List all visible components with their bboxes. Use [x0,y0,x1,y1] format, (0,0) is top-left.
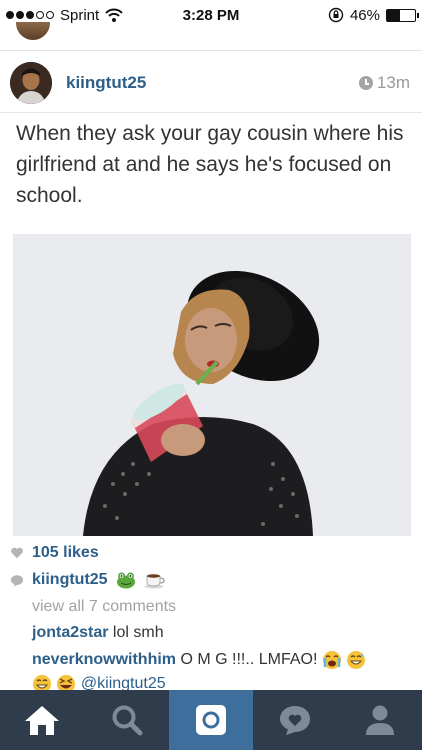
divider [0,112,422,113]
meme-caption-text: When they ask your gay cousin where his … [16,122,404,207]
caption-row: kiingtut25 [10,571,166,589]
caption-username[interactable]: kiingtut25 [32,571,108,589]
person-icon [365,705,394,735]
comment-item: neverknowwithhim O M G !!!.. LMFAO! [32,650,366,670]
comment-item: jonta2star lol smh [32,624,164,642]
post-username[interactable]: kiingtut25 [66,73,146,93]
comment-text: O M G !!!.. LMFAO! [180,651,318,669]
camera-icon [196,705,227,735]
status-left: Sprint [6,7,123,24]
bottom-tab-bar [0,690,422,750]
clock-icon [358,76,373,90]
battery-percent: 46% [349,6,380,24]
avatar[interactable] [10,62,52,104]
time-ago: 13m [376,73,410,92]
avatar-photo [10,62,52,104]
likes-row: 105 likes [10,544,99,562]
search-icon [112,705,143,736]
post-photo[interactable] [13,234,411,536]
wifi-icon [105,8,123,22]
heart-icon [11,547,23,559]
photo-illustration [13,234,411,536]
battery-level [387,9,400,21]
battery-icon [386,8,419,22]
view-all-comments-link[interactable]: view all 7 comments [32,598,176,616]
signal-strength-icon [6,11,54,19]
comment-text: lol smh [112,624,164,641]
rotation-lock-icon [328,7,344,23]
tab-explore[interactable] [84,690,168,750]
grinning-sweat-icon [347,651,366,669]
comment-username[interactable]: neverknowwithhim [32,651,176,668]
post-header: kiingtut25 13m [10,58,410,108]
post-timestamp: 13m [358,73,410,93]
crying-face-icon [322,651,341,669]
comment-username[interactable]: jonta2star [32,624,108,641]
carrier-name: Sprint [60,6,100,24]
tab-home[interactable] [0,690,84,750]
status-bar: Sprint 3:28 PM 46% [0,0,422,30]
status-right: 46% [328,6,419,24]
frog-face-icon [116,572,135,589]
divider [0,50,422,51]
home-icon [25,706,60,735]
heart-bubble-icon [280,706,311,735]
comment-bubble-icon [10,574,24,586]
tab-activity[interactable] [253,690,337,750]
tab-profile[interactable] [338,690,422,750]
tab-camera[interactable] [168,690,254,750]
previous-post-avatar[interactable] [16,22,50,40]
likes-count[interactable]: 105 likes [32,544,99,562]
coffee-cup-icon [144,574,165,589]
